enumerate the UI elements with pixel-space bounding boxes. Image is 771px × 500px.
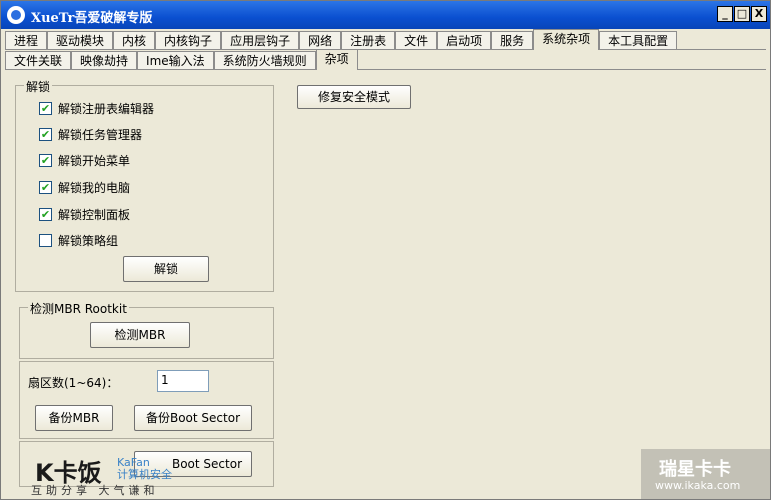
tab-sub-4[interactable]: 杂项 (315, 49, 358, 70)
unlock-option-label: 解锁我的电脑 (58, 180, 131, 195)
checkbox[interactable] (39, 233, 52, 247)
mbr-legend: 检测MBR Rootkit (28, 300, 129, 317)
minimize-button[interactable]: _ (717, 6, 733, 22)
tab-main-8[interactable]: 启动项 (437, 31, 492, 50)
maximize-button[interactable]: □ (734, 6, 750, 22)
detect-mbr-button[interactable]: 检测MBR (90, 322, 190, 348)
sector-count-input[interactable]: 1 (157, 370, 209, 392)
unlock-option-label: 解锁策略组 (58, 233, 119, 248)
sector-count-label: 扇区数(1~64)： (28, 376, 119, 390)
unlock-option[interactable]: ✔ 解锁注册表编辑器 (39, 100, 154, 116)
tab-sub-1[interactable]: 映像劫持 (71, 51, 138, 70)
unlock-option[interactable]: 解锁策略组 (39, 232, 118, 248)
ikaka-watermark: 瑞星卡卡 www.ikaka.com (641, 449, 771, 499)
unlock-option-label: 解锁控制面板 (58, 207, 131, 222)
checkbox[interactable]: ✔ (39, 180, 52, 194)
sub-tab-divider (5, 69, 766, 70)
tab-main-11[interactable]: 本工具配置 (599, 31, 678, 50)
checkbox[interactable]: ✔ (39, 207, 52, 221)
tab-main-1[interactable]: 驱动模块 (47, 31, 114, 50)
unlock-legend: 解锁 (24, 78, 53, 95)
tab-sub-0[interactable]: 文件关联 (5, 51, 72, 70)
unlock-option[interactable]: ✔ 解锁任务管理器 (39, 126, 142, 142)
tab-main-9[interactable]: 服务 (491, 31, 534, 50)
checkbox[interactable]: ✔ (39, 127, 52, 141)
checkbox[interactable]: ✔ (39, 153, 52, 167)
tab-main-6[interactable]: 注册表 (341, 31, 396, 50)
unlock-option-label: 解锁注册表编辑器 (58, 101, 155, 116)
sub-tab-bar: 文件关联 映像劫持 Ime输入法 系统防火墙规则 杂项 (5, 49, 358, 71)
backup-boot-sector-button[interactable]: 备份Boot Sector (134, 405, 252, 431)
tab-main-4[interactable]: 应用层钩子 (221, 31, 300, 50)
tab-sub-2[interactable]: Ime输入法 (137, 51, 214, 70)
tab-main-5[interactable]: 网络 (299, 31, 342, 50)
kafan-slogan: 互助分享 大气谦和 (31, 484, 159, 497)
main-tab-bar: 进程 驱动模块 内核 内核钩子 应用层钩子 网络 注册表 文件 启动项 服务 系统杂项 本工具配置 (5, 29, 678, 51)
tab-main-0[interactable]: 进程 (5, 31, 48, 50)
unlock-option[interactable]: ✔ 解锁控制面板 (39, 206, 130, 222)
tab-sub-3[interactable]: 系统防火墙规则 (213, 51, 316, 70)
close-button[interactable]: X (751, 6, 767, 22)
app-icon (7, 6, 25, 24)
checkbox[interactable]: ✔ (39, 101, 52, 115)
unlock-option[interactable]: ✔ 解锁我的电脑 (39, 179, 130, 195)
main-window: XueTr吾爱破解专版 _ □ X 进程 驱动模块 内核 内核钩子 应用层钩子 网络 注册表… (0, 0, 771, 500)
unlock-option-label: 解锁开始菜单 (58, 153, 131, 168)
tab-main-2[interactable]: 内核 (113, 31, 156, 50)
tab-main-3[interactable]: 内核钩子 (155, 31, 222, 50)
title-bar[interactable]: XueTr吾爱破解专版 _ □ X (1, 1, 770, 29)
window-title: XueTr吾爱破解专版 (31, 11, 153, 26)
unlock-option[interactable]: ✔ 解锁开始菜单 (39, 152, 130, 168)
backup-mbr-button[interactable]: 备份MBR (35, 405, 113, 431)
unlock-option-label: 解锁任务管理器 (58, 127, 143, 142)
unlock-button[interactable]: 解锁 (123, 256, 209, 282)
tab-main-7[interactable]: 文件 (395, 31, 438, 50)
tab-main-10[interactable]: 系统杂项 (533, 29, 600, 50)
repair-safe-mode-button[interactable]: 修复安全模式 (297, 85, 411, 109)
kafan-logo-text: KaFan 计算机安全 (117, 456, 172, 481)
kafan-logo: K卡饭 (35, 459, 102, 487)
main-tab-divider (5, 49, 766, 50)
